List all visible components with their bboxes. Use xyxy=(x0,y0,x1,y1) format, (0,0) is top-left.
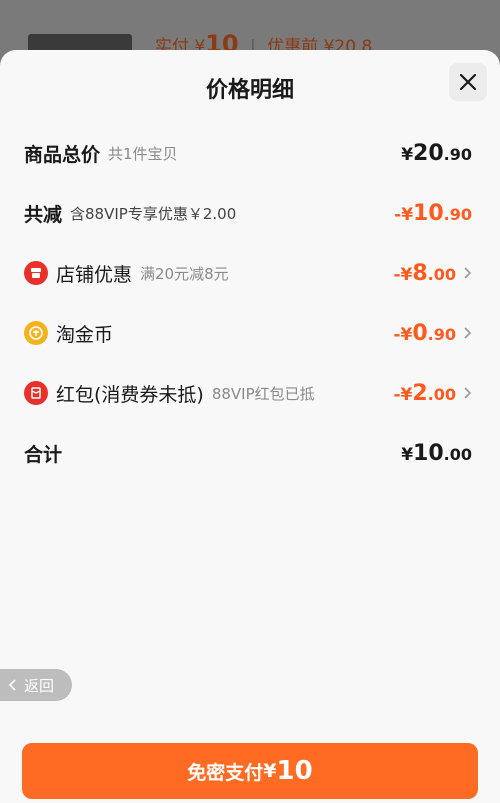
row-sum: 合计 ¥10.00 xyxy=(24,438,472,468)
shop-icon xyxy=(24,261,48,285)
red-packet-amount: -¥2.00 xyxy=(393,380,456,406)
pay-button-currency: ¥ xyxy=(263,760,277,782)
sum-amount: ¥10.00 xyxy=(401,440,472,466)
pay-button-amount: 10 xyxy=(276,756,313,786)
row-shop-discount[interactable]: 店铺优惠 满20元减8元 -¥8.00 xyxy=(24,258,472,288)
tao-coins-label: 淘金币 xyxy=(56,323,114,346)
row-goods-total: 商品总价 共1件宝贝 ¥20.90 xyxy=(24,138,472,168)
goods-total-amount: ¥20.90 xyxy=(401,140,472,166)
price-detail-sheet: 价格明细 商品总价 共1件宝贝 ¥20.90 共减 含88VIP专享优惠￥2.0… xyxy=(0,50,500,803)
pay-button[interactable]: 免密支付 ¥10 xyxy=(22,743,478,799)
row-total-reduction: 共减 含88VIP专享优惠￥2.00 -¥10.90 xyxy=(24,198,472,228)
reduction-sub: 含88VIP专享优惠￥2.00 xyxy=(70,204,237,223)
pay-button-label: 免密支付 xyxy=(187,761,264,784)
red-packet-icon xyxy=(24,381,48,405)
tao-coins-amount: -¥0.90 xyxy=(393,320,456,346)
reduction-amount: -¥10.90 xyxy=(394,200,472,226)
chevron-right-icon xyxy=(464,267,472,279)
goods-total-label: 商品总价 xyxy=(24,143,101,166)
shop-discount-amount: -¥8.00 xyxy=(393,260,456,286)
back-button[interactable]: 返回 xyxy=(0,669,72,701)
reduction-label: 共减 xyxy=(24,203,63,226)
shop-discount-label: 店铺优惠 xyxy=(56,263,133,286)
sum-label: 合计 xyxy=(24,443,63,466)
chevron-right-icon xyxy=(464,327,472,339)
row-red-packet[interactable]: 红包(消费券未抵) 88VIP红包已抵 -¥2.00 xyxy=(24,378,472,408)
chevron-left-icon xyxy=(8,679,16,691)
close-icon xyxy=(459,73,477,91)
red-packet-sub: 88VIP红包已抵 xyxy=(211,384,315,403)
row-tao-coins[interactable]: 淘金币 -¥0.90 xyxy=(24,318,472,348)
goods-total-sub: 共1件宝贝 xyxy=(108,144,178,163)
shop-discount-sub: 满20元减8元 xyxy=(140,264,229,283)
close-button[interactable] xyxy=(449,63,487,101)
red-packet-label: 红包(消费券未抵) xyxy=(56,383,204,406)
back-button-label: 返回 xyxy=(24,676,55,695)
chevron-right-icon xyxy=(464,387,472,399)
sheet-title: 价格明细 xyxy=(205,78,294,103)
coin-icon xyxy=(24,321,48,345)
